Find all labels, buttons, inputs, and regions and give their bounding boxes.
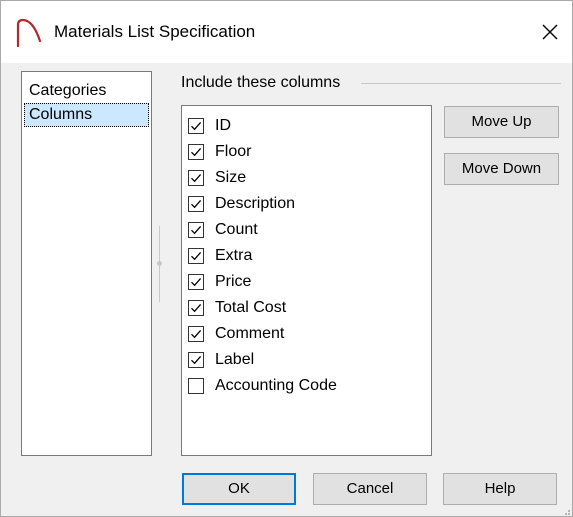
checkbox[interactable]: [188, 196, 204, 212]
checkmark-icon: [191, 147, 202, 157]
close-icon: [542, 24, 558, 40]
checkmark-icon: [191, 355, 202, 365]
column-label: Floor: [215, 143, 252, 160]
checkbox[interactable]: [188, 326, 204, 342]
column-item-id[interactable]: ID: [188, 114, 426, 140]
columns-group-title: Include these columns: [181, 73, 347, 93]
column-label: Description: [215, 195, 296, 212]
materials-list-dialog: Materials List Specification Categories …: [0, 0, 573, 517]
checkbox[interactable]: [188, 248, 204, 264]
column-item-size[interactable]: Size: [188, 166, 426, 192]
columns-checklist[interactable]: ID Floor Size Description Count Extra Pr…: [181, 105, 432, 456]
category-item-categories[interactable]: Categories: [24, 79, 149, 103]
column-item-floor[interactable]: Floor: [188, 140, 426, 166]
column-label: ID: [215, 117, 231, 134]
checkbox[interactable]: [188, 170, 204, 186]
column-item-accounting-code[interactable]: Accounting Code: [188, 374, 426, 400]
splitter-handle-icon: [157, 261, 162, 266]
column-item-price[interactable]: Price: [188, 270, 426, 296]
category-item-columns[interactable]: Columns: [24, 103, 149, 127]
column-item-description[interactable]: Description: [188, 192, 426, 218]
close-button[interactable]: [532, 14, 568, 50]
cancel-button[interactable]: Cancel: [313, 473, 427, 505]
resize-grip-icon[interactable]: [561, 506, 571, 516]
column-label: Extra: [215, 247, 253, 264]
checkmark-icon: [191, 225, 202, 235]
column-label: Price: [215, 273, 252, 290]
window-title: Materials List Specification: [54, 22, 256, 41]
checkmark-icon: [191, 199, 202, 209]
group-divider: [361, 83, 561, 84]
checkmark-icon: [191, 121, 202, 131]
move-up-button[interactable]: Move Up: [444, 106, 559, 138]
title-bar: Materials List Specification: [1, 1, 572, 63]
column-item-label[interactable]: Label: [188, 348, 426, 374]
column-label: Count: [215, 221, 258, 238]
checkbox[interactable]: [188, 378, 204, 394]
checkbox[interactable]: [188, 118, 204, 134]
checkbox[interactable]: [188, 352, 204, 368]
column-item-count[interactable]: Count: [188, 218, 426, 244]
column-label: Total Cost: [215, 299, 287, 316]
panel-splitter[interactable]: [157, 226, 162, 302]
column-label: Accounting Code: [215, 377, 337, 394]
column-item-extra[interactable]: Extra: [188, 244, 426, 270]
ok-button[interactable]: OK: [182, 473, 296, 505]
checkmark-icon: [191, 303, 202, 313]
checkbox[interactable]: [188, 222, 204, 238]
column-item-total-cost[interactable]: Total Cost: [188, 296, 426, 322]
checkmark-icon: [191, 329, 202, 339]
checkmark-icon: [191, 277, 202, 287]
column-label: Label: [215, 351, 255, 368]
category-list[interactable]: Categories Columns: [21, 71, 152, 456]
move-down-button[interactable]: Move Down: [444, 153, 559, 185]
column-label: Size: [215, 169, 247, 186]
column-label: Comment: [215, 325, 285, 342]
help-button[interactable]: Help: [443, 473, 557, 505]
checkmark-icon: [191, 173, 202, 183]
column-item-comment[interactable]: Comment: [188, 322, 426, 348]
checkbox[interactable]: [188, 300, 204, 316]
arch-icon: [14, 17, 44, 48]
checkmark-icon: [191, 251, 202, 261]
checkbox[interactable]: [188, 274, 204, 290]
checkbox[interactable]: [188, 144, 204, 160]
